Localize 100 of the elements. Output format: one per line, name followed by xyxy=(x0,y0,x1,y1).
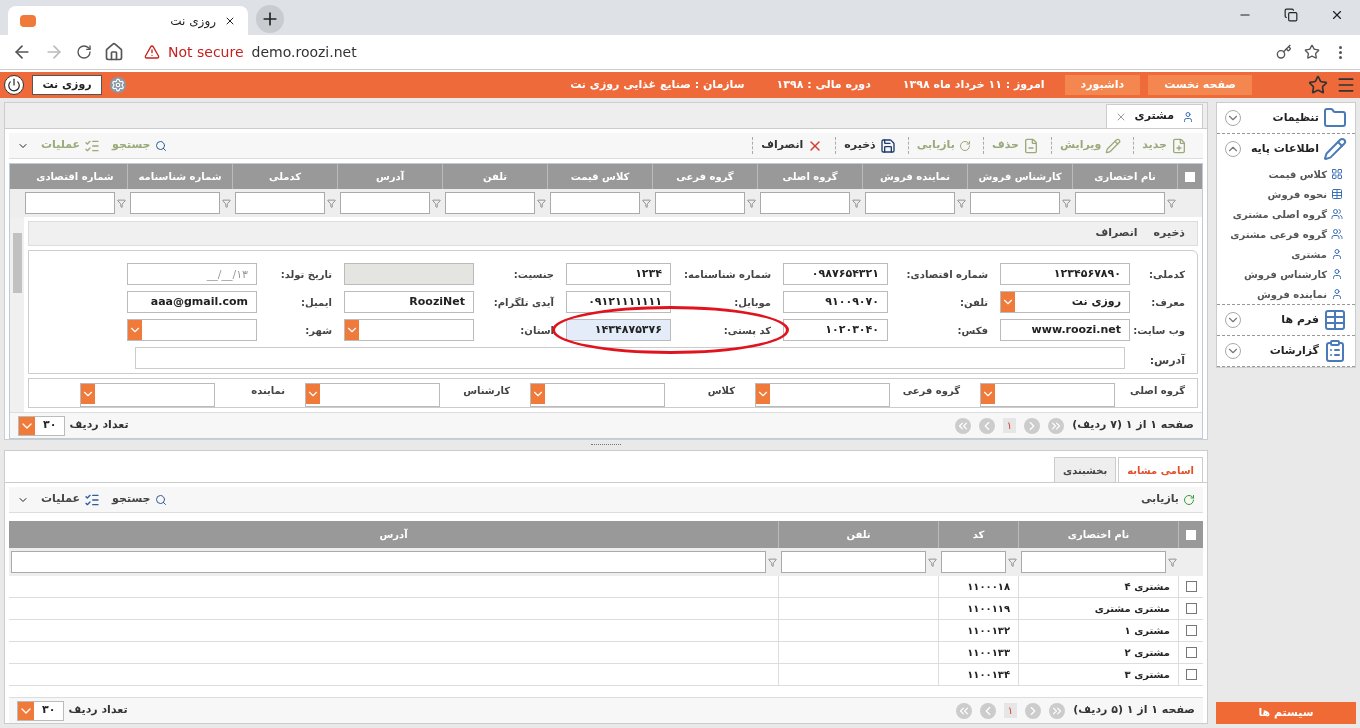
toolbar-button[interactable]: انصراف xyxy=(752,137,832,154)
sidebar-section[interactable]: تنظیمات xyxy=(1217,103,1355,133)
input-field[interactable]: RooziNet xyxy=(344,291,474,313)
sidebar-section[interactable]: فرم ها xyxy=(1217,305,1355,335)
page-tab[interactable]: مشتری xyxy=(1105,104,1203,128)
search-button[interactable]: جستجو xyxy=(112,491,167,508)
filter-icon[interactable] xyxy=(537,198,546,208)
sidebar-item[interactable]: مشتری xyxy=(1217,244,1355,264)
filter-icon[interactable] xyxy=(432,198,441,208)
input-field[interactable]: ۰۹۸۷۶۵۴۳۲۱ xyxy=(783,263,888,285)
dropdown-field[interactable] xyxy=(530,383,665,407)
dropdown-field[interactable] xyxy=(755,383,890,407)
power-icon[interactable] xyxy=(4,75,24,95)
filter-icon[interactable] xyxy=(852,198,861,208)
previous-page-icon[interactable] xyxy=(1025,702,1042,719)
filter-icon[interactable] xyxy=(642,198,651,208)
dropdown-field[interactable] xyxy=(980,383,1115,407)
next-page-icon[interactable] xyxy=(979,702,996,719)
last-page-icon[interactable] xyxy=(955,702,972,719)
filter-field[interactable] xyxy=(11,551,766,573)
menu-icon[interactable] xyxy=(1336,75,1356,95)
filter-icon[interactable] xyxy=(327,198,336,208)
filter-field[interactable] xyxy=(1021,551,1166,573)
filter-field[interactable] xyxy=(340,192,430,214)
sidebar-section[interactable]: گزارشات xyxy=(1217,336,1355,366)
bookmark-star-icon[interactable] xyxy=(1304,44,1320,60)
splitter-handle[interactable] xyxy=(591,444,621,446)
sidebar-section[interactable]: اطلاعات پایه xyxy=(1217,134,1355,164)
input-field[interactable]: ۱۲۳۴۵۶۷۸۹۰ xyxy=(1000,263,1130,285)
previous-page-icon[interactable] xyxy=(1024,417,1041,434)
sidebar-item[interactable]: گروه فرعی مشتری xyxy=(1217,224,1355,244)
date-field[interactable]: __/__/۱۳ xyxy=(127,263,257,285)
address-bar[interactable]: Not secure demo.roozi.net xyxy=(136,38,1264,66)
filter-field[interactable] xyxy=(760,192,850,214)
home-icon[interactable] xyxy=(104,42,124,62)
filter-icon[interactable] xyxy=(1167,198,1176,208)
toolbar-button[interactable]: ذخیره xyxy=(835,137,904,154)
form-action-button[interactable]: انصراف xyxy=(1091,225,1142,242)
favorites-star-icon[interactable] xyxy=(1308,75,1328,95)
page-number[interactable]: ۱ xyxy=(1002,418,1017,433)
panel-tab[interactable]: بخشبندی xyxy=(1054,457,1117,482)
sidebar-item[interactable]: کارشناس فروش xyxy=(1217,264,1355,284)
panel-tab[interactable]: اسامی مشابه xyxy=(1118,457,1203,482)
dropdown-field[interactable] xyxy=(344,319,474,341)
row-checkbox[interactable] xyxy=(1185,625,1197,636)
filter-icon[interactable] xyxy=(222,198,231,208)
browser-tab[interactable]: روزی نت xyxy=(8,6,248,35)
filter-icon[interactable] xyxy=(928,557,937,567)
filter-field[interactable] xyxy=(865,192,955,214)
filter-icon[interactable] xyxy=(1008,557,1017,567)
filter-field[interactable] xyxy=(1075,192,1165,214)
page-size-dropdown[interactable]: ۳۰ xyxy=(17,700,65,721)
input-field[interactable]: ۱۰۲۰۳۰۴۰ xyxy=(783,319,888,341)
filter-icon[interactable] xyxy=(117,198,126,208)
sidebar-item[interactable]: نحوه فروش xyxy=(1217,184,1355,204)
row-checkbox[interactable] xyxy=(1185,647,1197,658)
filter-field[interactable] xyxy=(130,192,220,214)
page-number[interactable]: ۱ xyxy=(1003,703,1018,718)
filter-icon[interactable] xyxy=(1062,198,1071,208)
operations-button[interactable]: عملیات xyxy=(41,491,101,508)
last-page-icon[interactable] xyxy=(954,417,971,434)
filter-field[interactable] xyxy=(655,192,745,214)
row-checkbox[interactable] xyxy=(1185,669,1197,680)
input-field[interactable]: ۱۲۳۴ xyxy=(566,263,671,285)
filter-field[interactable] xyxy=(941,551,1006,573)
refresh-button[interactable]: بازیابی xyxy=(1140,491,1195,508)
scrollbar[interactable] xyxy=(10,217,24,412)
filter-field[interactable] xyxy=(235,192,325,214)
filter-field[interactable] xyxy=(25,192,115,214)
row-checkbox[interactable] xyxy=(1185,581,1197,592)
select-all-checkbox[interactable] xyxy=(1185,171,1195,182)
input-field[interactable]: aaa@gmail.com xyxy=(127,291,257,313)
first-page-icon[interactable] xyxy=(1049,702,1066,719)
filter-icon[interactable] xyxy=(1168,557,1177,567)
dropdown-field[interactable]: روزی نت xyxy=(1000,291,1130,313)
reload-icon[interactable] xyxy=(76,44,92,60)
address-field[interactable] xyxy=(135,347,1125,369)
filter-field[interactable] xyxy=(781,551,926,573)
page-size-dropdown[interactable]: ۳۰ xyxy=(18,415,66,436)
new-tab-icon[interactable] xyxy=(256,5,284,33)
sidebar-item[interactable]: نماینده فروش xyxy=(1217,284,1355,304)
row-checkbox[interactable] xyxy=(1185,603,1197,614)
filter-field[interactable] xyxy=(445,192,535,214)
input-field[interactable]: ۰۹۱۲۱۱۱۱۱۱۱ xyxy=(566,291,671,313)
input-field[interactable]: www.roozi.net xyxy=(1000,319,1130,341)
dropdown-field[interactable] xyxy=(127,319,257,341)
key-icon[interactable] xyxy=(1276,44,1292,60)
filter-icon[interactable] xyxy=(768,557,777,567)
first-page-icon[interactable] xyxy=(1048,417,1065,434)
next-page-icon[interactable] xyxy=(978,417,995,434)
filter-icon[interactable] xyxy=(747,198,756,208)
settings-icon[interactable] xyxy=(110,77,126,93)
dropdown-field[interactable] xyxy=(305,383,440,407)
filter-field[interactable] xyxy=(970,192,1060,214)
filter-icon[interactable] xyxy=(957,198,966,208)
input-field[interactable]: ۱۴۳۴۸۷۵۳۷۶ xyxy=(566,319,671,341)
user-field[interactable]: روزی نت xyxy=(32,75,102,95)
sidebar-item[interactable]: گروه اصلی مشتری xyxy=(1217,204,1355,224)
sidebar-item[interactable]: کلاس قیمت xyxy=(1217,164,1355,184)
select-all-checkbox[interactable] xyxy=(1186,529,1196,540)
